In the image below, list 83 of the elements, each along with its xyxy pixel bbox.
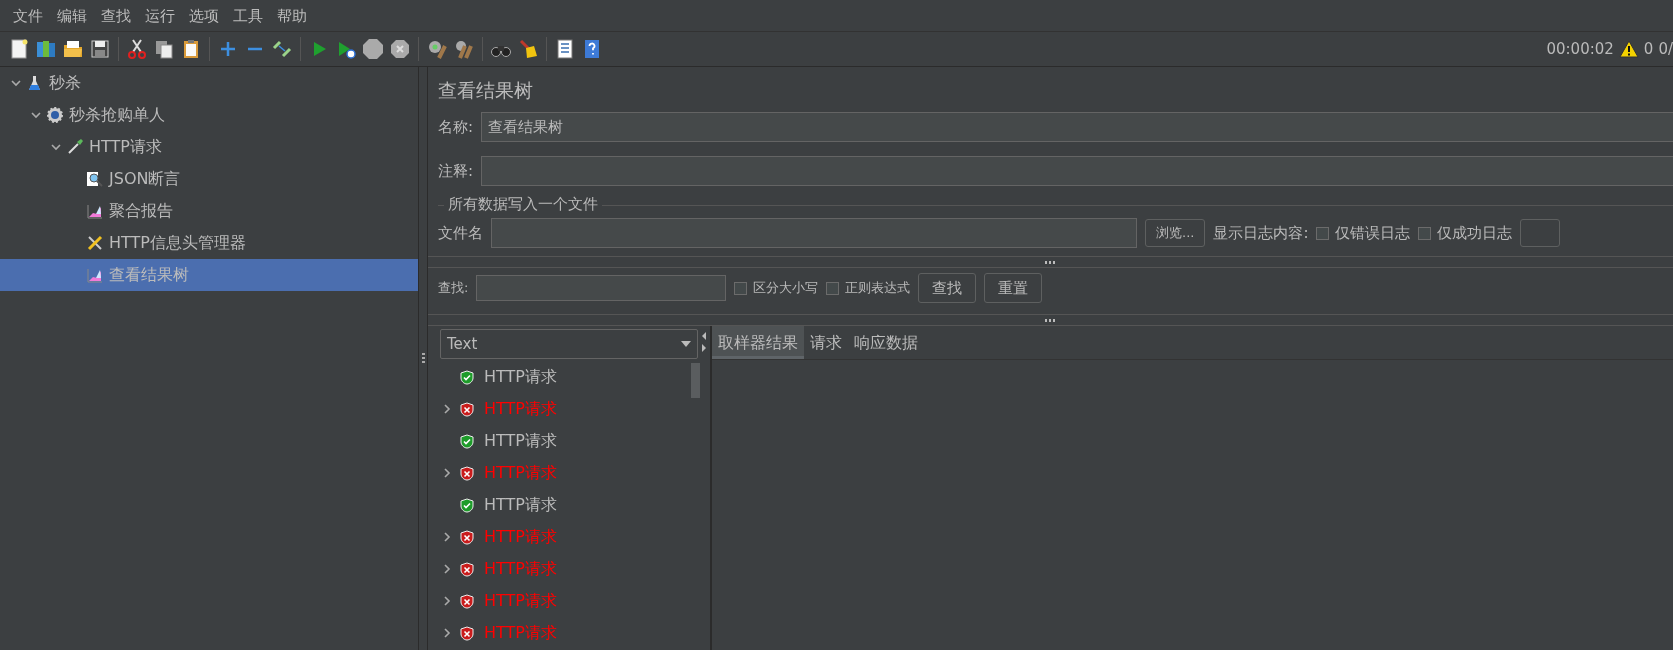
menu-item[interactable]: 查找 <box>94 2 138 29</box>
panel-title: 查看结果树 <box>438 78 534 103</box>
tab[interactable]: 响应数据 <box>848 326 924 359</box>
chevron-right-icon[interactable] <box>442 532 452 542</box>
check-shield-icon <box>460 369 474 385</box>
broom-icon[interactable] <box>517 38 539 60</box>
chevron-down-icon[interactable] <box>11 78 21 88</box>
search-checkbox[interactable]: 正则表达式 <box>826 279 911 297</box>
list-icon[interactable] <box>554 38 576 60</box>
field-label: 文件名 <box>438 223 483 243</box>
menu-item[interactable]: 工具 <box>226 2 270 29</box>
check-shield-icon <box>460 433 474 449</box>
filename-field[interactable] <box>491 218 1137 248</box>
renderer-dropdown[interactable]: Text <box>440 329 698 359</box>
log-checkbox[interactable]: 仅成功日志 <box>1418 223 1513 243</box>
splitter-handle[interactable] <box>421 352 425 365</box>
chevron-down-icon[interactable] <box>51 142 61 152</box>
chevron-right-icon[interactable] <box>442 404 452 414</box>
result-item[interactable]: HTTP请求 <box>440 425 557 457</box>
chevron-right-icon[interactable] <box>442 596 452 606</box>
result-item[interactable]: HTTP请求 <box>440 489 557 521</box>
tab[interactable]: 请求 <box>804 326 848 359</box>
chart-icon <box>86 202 104 220</box>
tree-item[interactable]: JSON断言 <box>0 163 418 195</box>
chevron-right-icon[interactable] <box>442 564 452 574</box>
dropdown-arrow-icon <box>681 341 691 347</box>
scrollbar-thumb[interactable] <box>691 363 700 398</box>
search-field[interactable] <box>476 275 727 301</box>
x-shield-icon <box>460 401 474 417</box>
warning-icon <box>1618 40 1639 58</box>
find-button[interactable]: 查找 <box>918 273 977 303</box>
pipette-icon <box>66 138 84 156</box>
gear-icon <box>46 106 64 124</box>
tree-item[interactable]: 秒杀 <box>0 67 418 99</box>
splitter-handle[interactable] <box>1044 318 1057 322</box>
tree-item[interactable]: HTTP信息头管理器 <box>0 227 418 259</box>
x-shield-icon <box>460 593 474 609</box>
x-shield-icon <box>460 465 474 481</box>
tab[interactable]: 取样器结果 <box>712 326 804 359</box>
copy-icon[interactable] <box>153 38 175 60</box>
result-item[interactable]: HTTP请求 <box>440 361 557 393</box>
field-label: 名称: <box>438 117 474 137</box>
elapsed-time: 00:00:02 <box>1546 40 1614 58</box>
document-icon[interactable] <box>8 38 30 60</box>
folder-icon[interactable] <box>62 38 84 60</box>
chevron-right-icon[interactable] <box>442 468 452 478</box>
check-shield-icon <box>460 497 474 513</box>
reset-button[interactable]: 重置 <box>984 273 1043 303</box>
tree-item[interactable]: HTTP请求 <box>0 131 418 163</box>
menu-item[interactable]: 运行 <box>138 2 182 29</box>
tools-icon <box>86 234 104 252</box>
gear-broom-icon[interactable] <box>426 38 448 60</box>
log-checkbox[interactable]: 仅错误日志 <box>1316 223 1411 243</box>
x-shield-icon <box>460 625 474 641</box>
magnifier-icon <box>86 170 104 188</box>
splitter-handle[interactable] <box>1044 260 1057 264</box>
stop-sign-icon[interactable] <box>362 38 384 60</box>
browse-button[interactable]: 浏览... <box>1145 219 1206 247</box>
save-icon[interactable] <box>89 38 111 60</box>
menu-item[interactable]: 文件 <box>6 2 50 29</box>
menu-item[interactable]: 帮助 <box>270 2 314 29</box>
x-octagon-icon[interactable] <box>389 38 411 60</box>
name-field[interactable]: 查看结果树 <box>481 112 1673 142</box>
books-icon[interactable] <box>35 38 57 60</box>
x-shield-icon <box>460 529 474 545</box>
tree-item[interactable]: 秒杀抢购单人 <box>0 99 418 131</box>
warning-count: 0 <box>1643 40 1654 58</box>
field-label: 查找: <box>438 279 469 297</box>
menu-item[interactable]: 选项 <box>182 2 226 29</box>
chart-icon <box>86 266 104 284</box>
x-shield-icon <box>460 561 474 577</box>
scissors-icon[interactable] <box>126 38 148 60</box>
chevron-down-icon[interactable] <box>31 110 41 120</box>
collapse-arrows-icon[interactable] <box>700 330 708 354</box>
search-checkbox[interactable]: 区分大小写 <box>734 279 819 297</box>
thread-count: 0/ <box>1658 40 1673 58</box>
menu-item[interactable]: 编辑 <box>50 2 94 29</box>
log-label: 显示日志内容: <box>1213 223 1309 243</box>
comment-field[interactable] <box>481 156 1673 186</box>
tree-item[interactable]: 聚合报告 <box>0 195 418 227</box>
field-label: 注释: <box>438 161 474 181</box>
chevron-right-icon[interactable] <box>442 628 452 638</box>
group-title: 所有数据写入一个文件 <box>444 195 602 214</box>
